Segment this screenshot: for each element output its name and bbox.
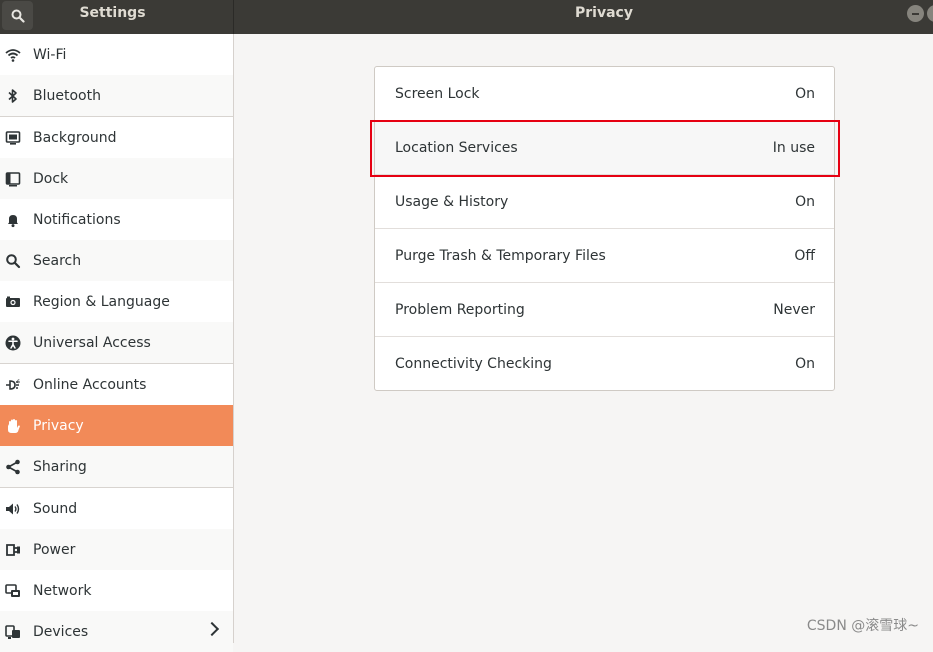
- sidebar-item-bluetooth[interactable]: Bluetooth: [0, 75, 233, 116]
- sidebar-item-search[interactable]: Search: [0, 240, 233, 281]
- sidebar-item-region-language[interactable]: Region & Language: [0, 281, 233, 322]
- row-label: Connectivity Checking: [395, 355, 552, 372]
- devices-icon: [5, 624, 21, 640]
- sidebar: Wi-Fi Bluetooth Background Dock Notifica…: [0, 34, 233, 652]
- wifi-icon: [5, 47, 21, 63]
- online-accounts-icon: $: [5, 377, 21, 393]
- sidebar-item-devices[interactable]: Devices: [0, 611, 233, 652]
- sidebar-item-label: Sound: [33, 500, 78, 517]
- sidebar-item-label: Devices: [33, 623, 89, 640]
- sidebar-item-label: Dock: [33, 170, 69, 187]
- background-icon: [5, 130, 21, 146]
- sidebar-item-label: Power: [33, 541, 76, 558]
- sidebar-item-label: Search: [33, 252, 82, 269]
- sidebar-item-dock[interactable]: Dock: [0, 158, 233, 199]
- header-bar: Settings Privacy: [0, 0, 933, 34]
- sidebar-item-label: Online Accounts: [33, 376, 147, 393]
- row-value: In use: [772, 139, 815, 156]
- row-label: Problem Reporting: [395, 301, 525, 318]
- sidebar-item-network[interactable]: Network: [0, 570, 233, 611]
- search-button[interactable]: [2, 1, 33, 30]
- page-title: Privacy: [575, 5, 633, 21]
- row-problem-reporting[interactable]: Problem Reporting Never: [375, 283, 834, 336]
- row-value: On: [795, 355, 815, 372]
- row-label: Screen Lock: [395, 85, 480, 102]
- row-connectivity-checking[interactable]: Connectivity Checking On: [375, 337, 834, 390]
- row-value: On: [795, 193, 815, 210]
- sidebar-item-label: Privacy: [33, 417, 84, 434]
- share-icon: [5, 459, 21, 475]
- chevron-right-icon: [204, 621, 220, 637]
- network-icon: [5, 583, 21, 599]
- camera-icon: [5, 294, 21, 310]
- sidebar-item-label: Wi-Fi: [33, 46, 67, 63]
- sidebar-item-background[interactable]: Background: [0, 117, 233, 158]
- sidebar-item-online-accounts[interactable]: $ Online Accounts: [0, 364, 233, 405]
- sidebar-item-sound[interactable]: Sound: [0, 488, 233, 529]
- bluetooth-icon: [5, 88, 21, 104]
- row-label: Usage & History: [395, 193, 509, 210]
- row-location-services[interactable]: Location Services In use: [375, 121, 834, 174]
- bell-icon: [5, 212, 21, 228]
- search-icon: [5, 253, 21, 269]
- row-screen-lock[interactable]: Screen Lock On: [375, 67, 834, 120]
- row-usage-history[interactable]: Usage & History On: [375, 175, 834, 228]
- speaker-icon: [5, 501, 21, 517]
- row-value: Never: [773, 301, 815, 318]
- sidebar-title: Settings: [79, 5, 146, 21]
- sidebar-item-wifi[interactable]: Wi-Fi: [0, 34, 233, 75]
- sidebar-border: [233, 34, 234, 643]
- sidebar-item-label: Bluetooth: [33, 87, 101, 104]
- minimize-icon: [912, 12, 919, 15]
- row-purge-trash[interactable]: Purge Trash & Temporary Files Off: [375, 229, 834, 282]
- sidebar-item-notifications[interactable]: Notifications: [0, 199, 233, 240]
- sidebar-item-label: Background: [33, 129, 117, 146]
- row-label: Location Services: [395, 139, 518, 156]
- sidebar-item-label: Universal Access: [33, 334, 151, 351]
- row-value: On: [795, 85, 815, 102]
- minimize-button[interactable]: [907, 5, 924, 22]
- dock-icon: [5, 171, 21, 187]
- sidebar-item-label: Region & Language: [33, 293, 170, 310]
- power-icon: [5, 542, 21, 558]
- sidebar-item-label: Notifications: [33, 211, 121, 228]
- svg-text:$: $: [17, 379, 20, 385]
- sidebar-item-universal-access[interactable]: Universal Access: [0, 322, 233, 363]
- search-icon: [11, 9, 25, 23]
- row-label: Purge Trash & Temporary Files: [395, 247, 606, 264]
- sidebar-item-power[interactable]: Power: [0, 529, 233, 570]
- sidebar-item-label: Sharing: [33, 458, 87, 475]
- hand-icon: [5, 418, 21, 434]
- accessibility-icon: [5, 335, 21, 351]
- sidebar-item-sharing[interactable]: Sharing: [0, 446, 233, 487]
- sidebar-item-label: Network: [33, 582, 92, 599]
- row-value: Off: [794, 247, 815, 264]
- sidebar-item-privacy[interactable]: Privacy: [0, 405, 233, 446]
- privacy-settings-list: Screen Lock On Location Services In use …: [374, 66, 835, 391]
- watermark: CSDN @滚雪球~: [806, 618, 919, 634]
